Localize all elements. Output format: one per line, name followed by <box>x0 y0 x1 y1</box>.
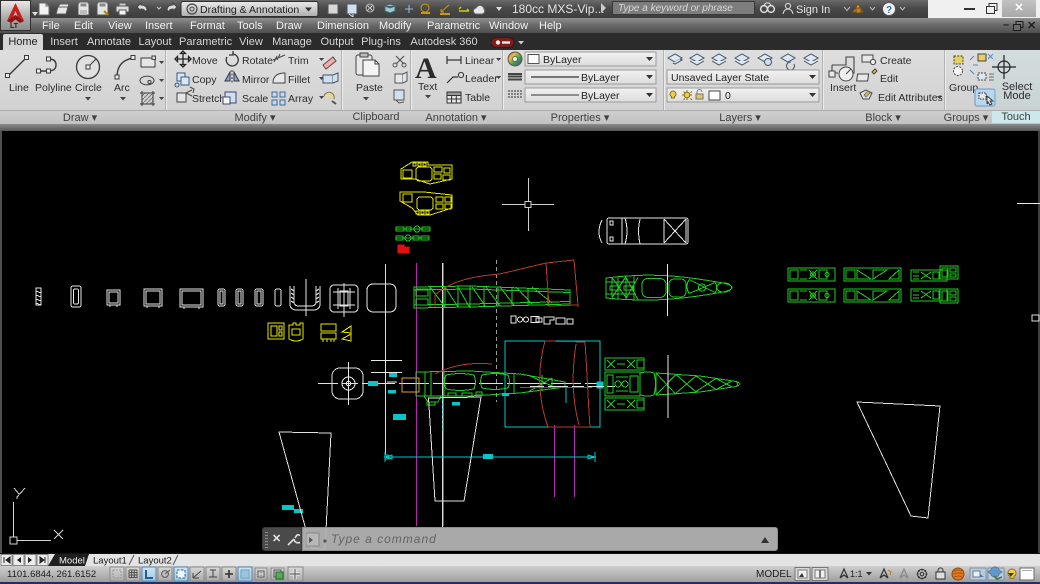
svg-text:ByLayer: ByLayer <box>581 72 620 84</box>
svg-text:Edit Attributes: Edit Attributes <box>878 92 943 104</box>
svg-text:Drafting & Annotation: Drafting & Annotation <box>200 4 299 16</box>
svg-text:Layout1: Layout1 <box>93 556 127 567</box>
svg-text:Layout2: Layout2 <box>138 556 172 567</box>
svg-text:?: ? <box>886 5 892 16</box>
svg-text:Arc: Arc <box>114 82 130 94</box>
svg-text:Text: Text <box>418 81 437 93</box>
svg-text:Linear: Linear <box>465 55 495 67</box>
svg-text:Edit: Edit <box>880 73 898 85</box>
svg-text:Trim: Trim <box>288 55 309 67</box>
svg-text:Fillet: Fillet <box>288 74 310 86</box>
svg-text:Sign In: Sign In <box>796 4 830 16</box>
svg-text:1:1: 1:1 <box>850 569 863 579</box>
svg-text:ByLayer: ByLayer <box>543 54 582 66</box>
svg-text:Move: Move <box>192 55 218 67</box>
svg-text:Model: Model <box>59 556 85 567</box>
svg-text:Polyline: Polyline <box>35 82 72 94</box>
svg-text:Copy: Copy <box>192 74 217 86</box>
svg-text:Scale: Scale <box>242 93 268 105</box>
svg-text:Leader: Leader <box>465 73 498 85</box>
svg-text:Paste: Paste <box>356 82 383 94</box>
svg-text:Create: Create <box>880 55 912 67</box>
svg-text:Stretch: Stretch <box>192 93 225 105</box>
svg-text:Rotate: Rotate <box>242 55 273 67</box>
svg-text:Insert: Insert <box>830 82 856 94</box>
svg-text:Table: Table <box>465 92 490 104</box>
svg-text:Unsaved Layer State: Unsaved Layer State <box>671 72 769 84</box>
svg-text:Array: Array <box>288 93 314 105</box>
svg-text:0: 0 <box>725 90 731 102</box>
svg-text:Line: Line <box>9 82 29 94</box>
svg-text:ByLayer: ByLayer <box>581 90 620 102</box>
svg-text:Mirror: Mirror <box>242 74 270 86</box>
svg-text:LT: LT <box>10 23 19 30</box>
svg-text:Circle: Circle <box>75 82 102 94</box>
